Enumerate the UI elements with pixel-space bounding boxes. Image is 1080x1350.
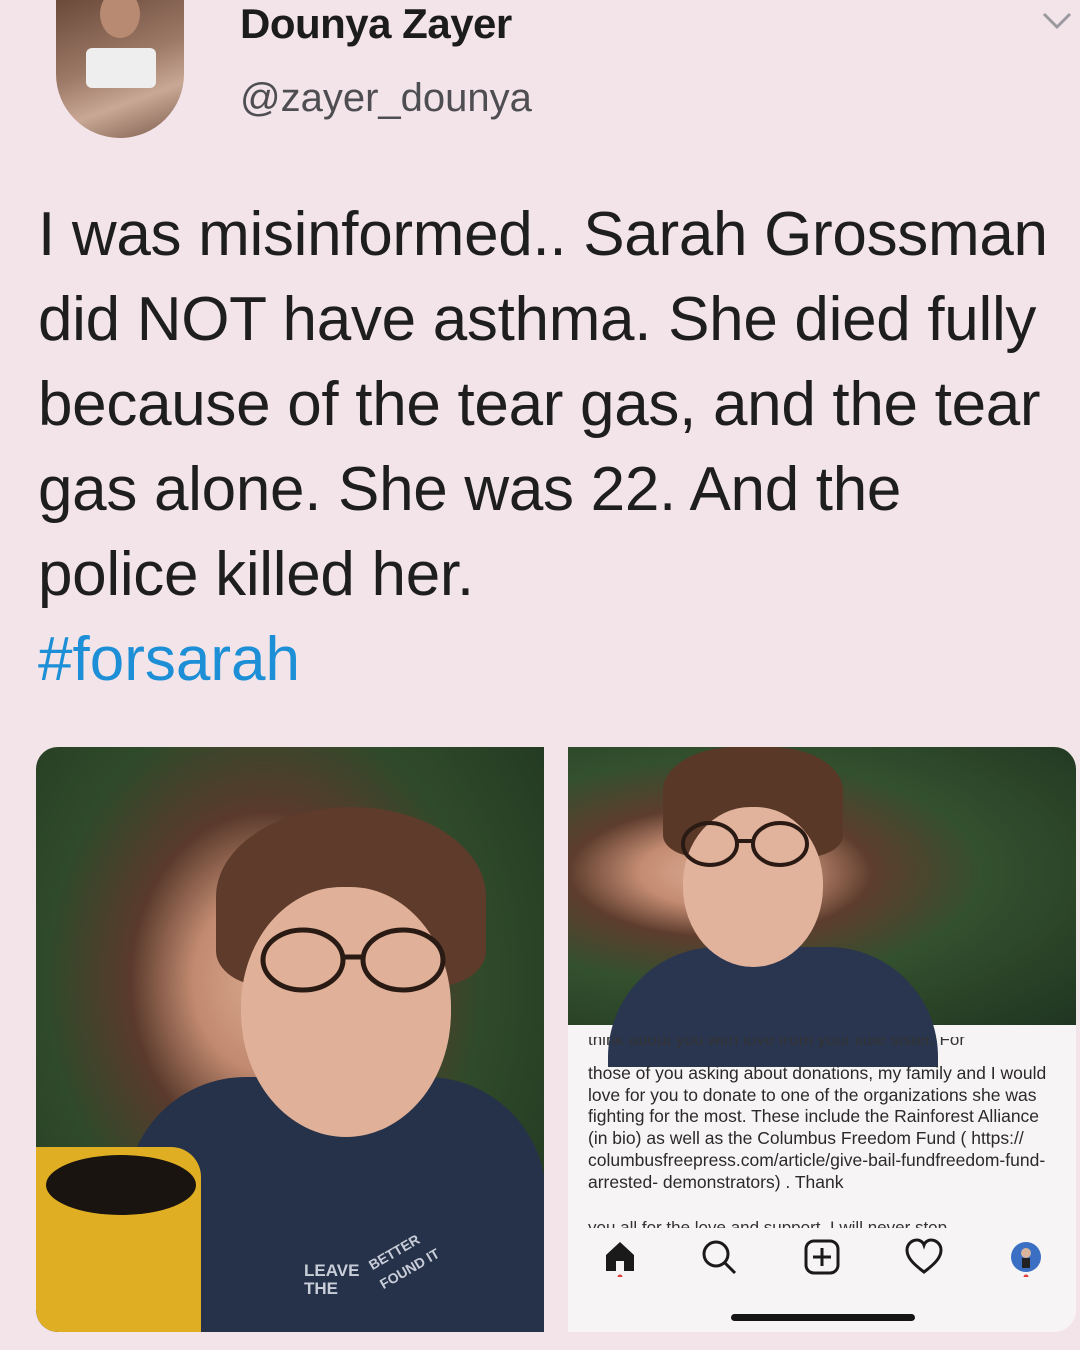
- tweet-handle[interactable]: @zayer_dounya: [240, 76, 532, 121]
- glasses-shape: [260, 927, 446, 993]
- home-icon[interactable]: [600, 1237, 640, 1277]
- search-icon[interactable]: [699, 1237, 739, 1277]
- profile-avatar-icon[interactable]: [1006, 1237, 1046, 1277]
- yellow-cup: [36, 1147, 201, 1332]
- shirt-print-left: LEAVE THE: [304, 1262, 359, 1298]
- avatar-head: [100, 0, 140, 38]
- cup-opening: [46, 1155, 196, 1215]
- avatar-shirt: [86, 48, 156, 88]
- tweet-display-name[interactable]: Dounya Zayer: [240, 0, 512, 48]
- home-indicator-bar: [731, 1314, 915, 1321]
- embedded-post-photo[interactable]: [568, 747, 1076, 1067]
- embedded-post-caption: those of you asking about donations, my …: [588, 1063, 1047, 1192]
- embedded-instagram-card[interactable]: think about you with love from your litt…: [568, 747, 1076, 1332]
- photo-shirt: [608, 947, 938, 1067]
- caption-cut-bottom: you all for the love and support. I will…: [588, 1218, 948, 1228]
- tweet-text: I was misinformed.. Sarah Grossman did N…: [38, 200, 1048, 609]
- tweet-hashtag[interactable]: #forsarah: [38, 617, 300, 702]
- tweet-author-avatar[interactable]: [56, 0, 184, 138]
- instagram-bottom-nav: [568, 1237, 1076, 1283]
- shirt-text-line2: THE: [304, 1279, 338, 1298]
- shirt-text-line1: LEAVE: [304, 1261, 360, 1280]
- caption-cut-top-text: think about you with love from your litt…: [588, 1037, 965, 1049]
- new-post-icon[interactable]: [802, 1237, 842, 1277]
- caption-cut-top: think about you with love from your litt…: [588, 1037, 1058, 1049]
- tweet-photo-left[interactable]: LEAVE THE BETTER FOUND IT: [36, 747, 544, 1332]
- glasses-shape: [681, 821, 809, 867]
- chevron-down-icon[interactable]: [1040, 8, 1074, 34]
- heart-icon[interactable]: [904, 1237, 944, 1277]
